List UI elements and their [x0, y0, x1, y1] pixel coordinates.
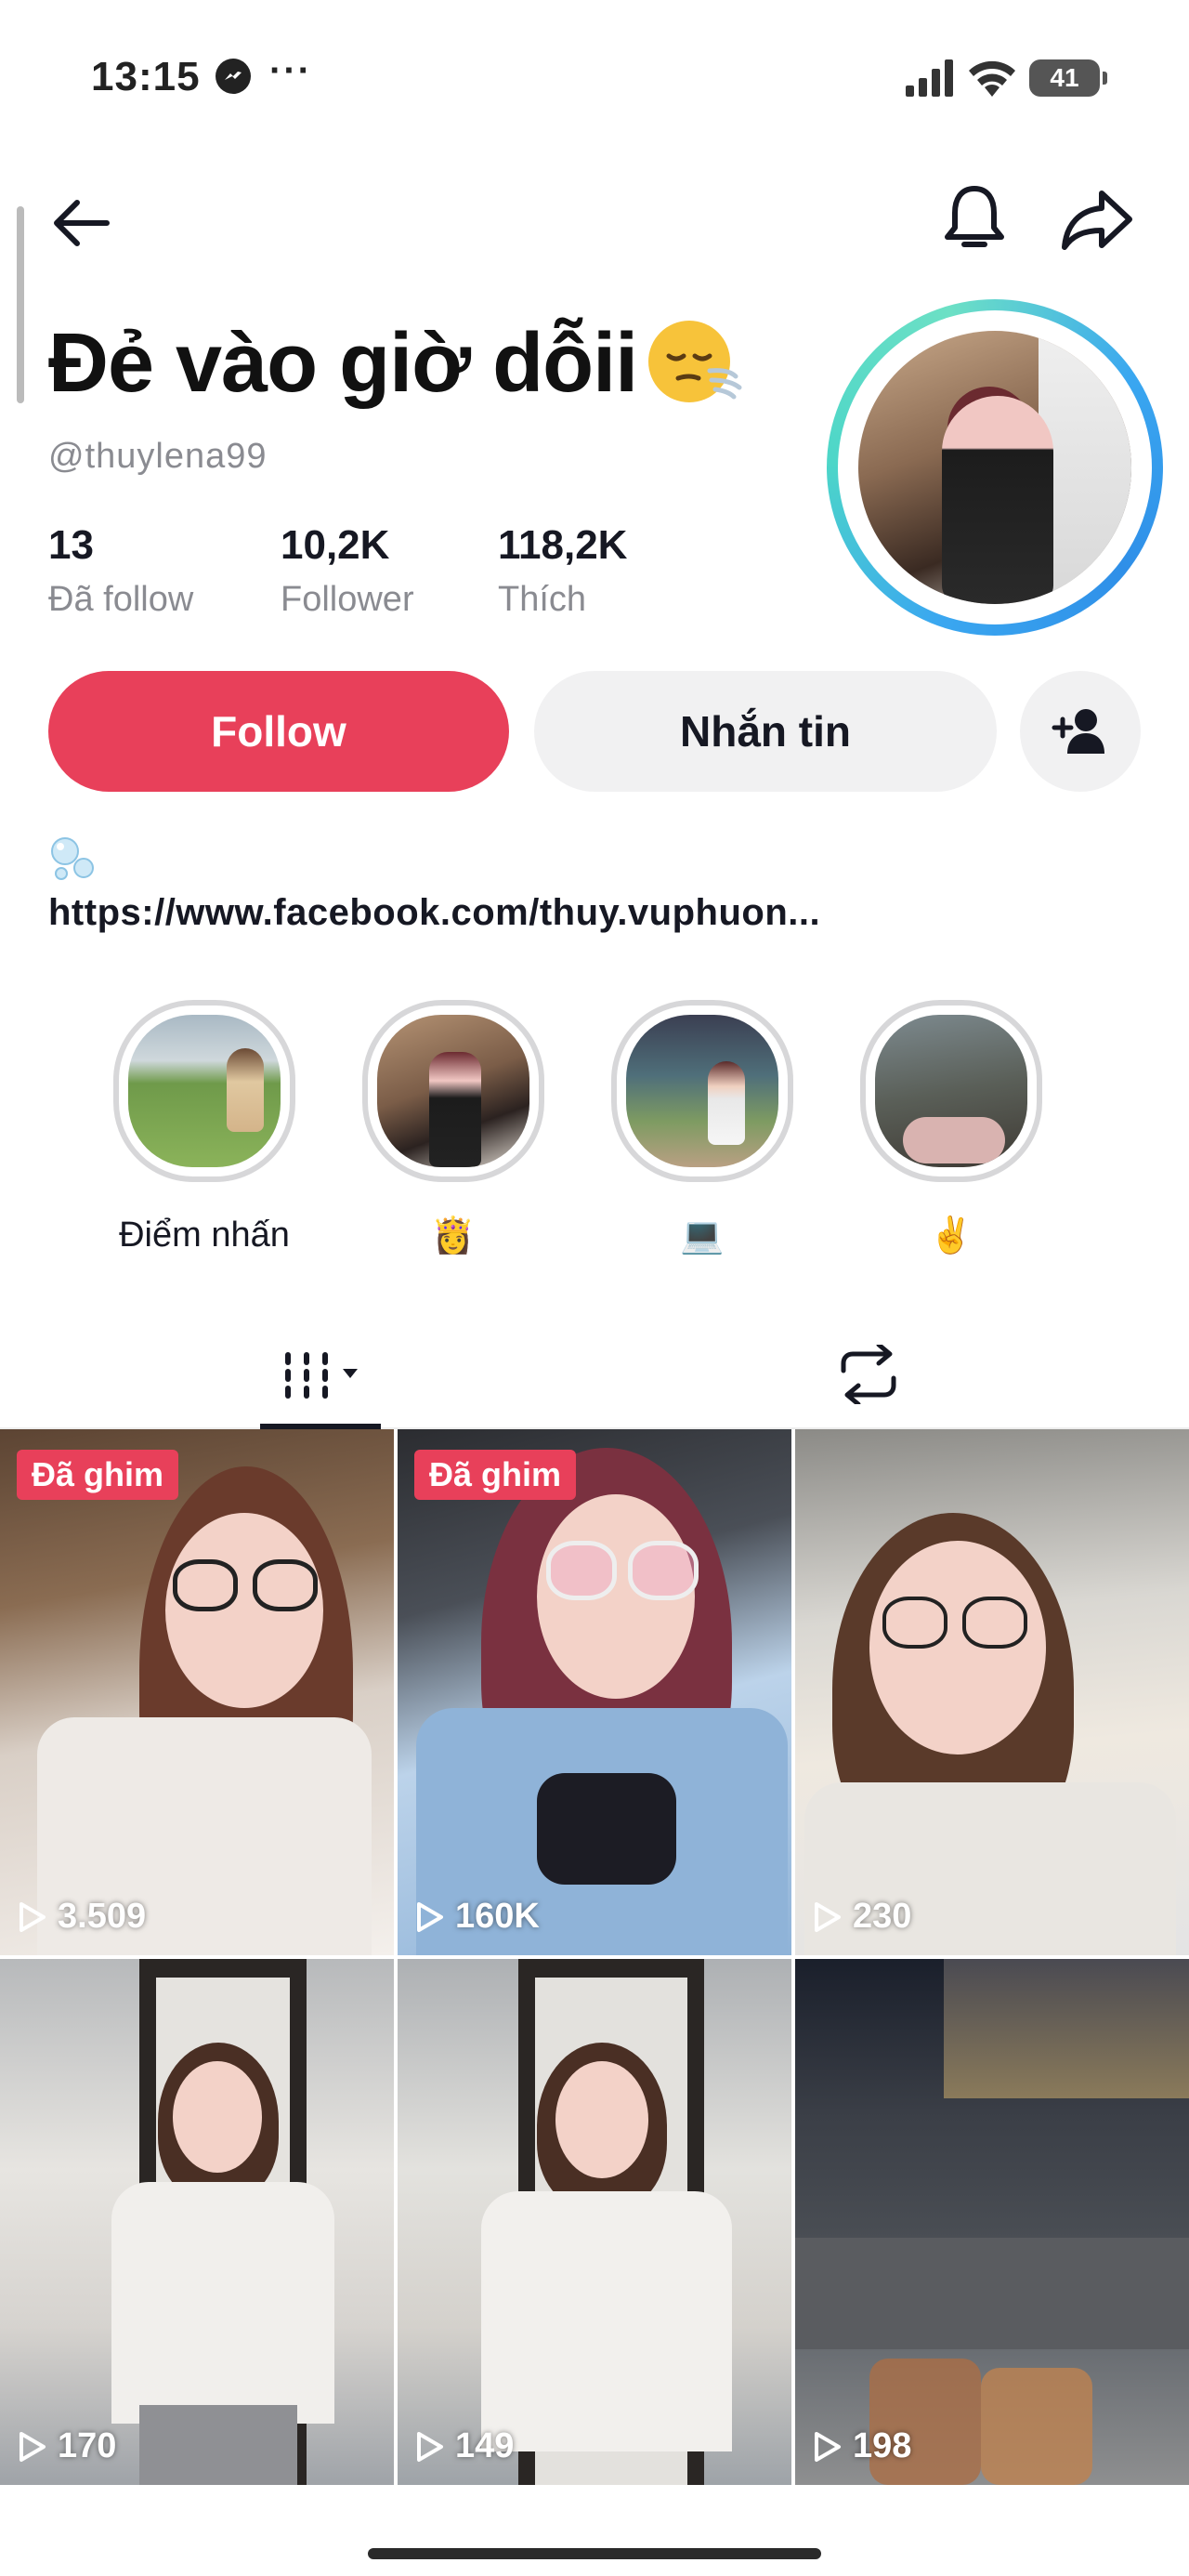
highlight-thumbnail	[626, 1015, 778, 1167]
view-count: 160K	[414, 1897, 540, 1937]
more-notifications-icon: ···	[269, 50, 312, 91]
highlight-label: 💻	[680, 1216, 725, 1255]
back-button[interactable]	[41, 182, 123, 264]
play-outline-icon	[417, 1901, 443, 1932]
highlight-thumbnail	[377, 1015, 529, 1167]
scroll-indicator	[17, 206, 24, 403]
highlight-thumbnail-frame	[113, 1000, 295, 1182]
relieved-face-emoji-icon	[648, 321, 742, 403]
home-indicator[interactable]	[368, 2548, 821, 2559]
wifi-icon	[969, 60, 1015, 97]
follow-button[interactable]: Follow	[48, 671, 509, 792]
highlight-label: ✌️	[929, 1216, 973, 1255]
highlight-thumbnail	[875, 1015, 1027, 1167]
battery-icon: 41	[1029, 59, 1107, 97]
video-thumbnail[interactable]: Đã ghim 160K	[398, 1429, 791, 1955]
view-count: 230	[812, 1897, 911, 1937]
avatar-frame	[838, 310, 1152, 624]
play-outline-icon	[20, 1901, 46, 1932]
share-arrow-icon	[1062, 191, 1132, 250]
video-thumbnail[interactable]: 170	[0, 1959, 394, 2485]
profile-username: @thuylena99	[48, 437, 268, 476]
stat-followers-count: 10,2K	[281, 522, 390, 568]
arrow-left-icon	[54, 200, 110, 246]
video-thumbnail[interactable]: 198	[795, 1959, 1189, 2485]
view-count: 170	[17, 2426, 116, 2466]
share-button[interactable]	[1055, 178, 1139, 262]
tab-reposts[interactable]	[817, 1320, 920, 1429]
highlight-thumbnail-frame	[362, 1000, 544, 1182]
signal-icon	[906, 59, 953, 97]
notification-bell-button[interactable]	[933, 177, 1016, 260]
highlight-thumbnail-frame	[611, 1000, 793, 1182]
stat-following-count: 13	[48, 522, 94, 568]
message-button[interactable]: Nhắn tin	[534, 671, 997, 792]
bell-icon	[945, 186, 1004, 247]
play-outline-icon	[815, 2431, 841, 2462]
highlight-item[interactable]: ✌️	[860, 1000, 1111, 1256]
stat-following-label: Đã follow	[48, 580, 194, 619]
highlight-item[interactable]: 💻	[611, 1000, 862, 1256]
repost-icon	[841, 1345, 896, 1404]
play-outline-icon	[417, 2431, 443, 2462]
pinned-badge: Đã ghim	[414, 1450, 577, 1500]
status-time: 13:15	[91, 54, 201, 99]
pinned-badge: Đã ghim	[17, 1450, 179, 1500]
avatar-photo	[858, 331, 1131, 604]
stat-likes[interactable]: 118,2K Thích	[498, 522, 627, 620]
grid-bars-icon	[285, 1352, 358, 1399]
tab-videos[interactable]	[260, 1320, 381, 1429]
play-outline-icon	[815, 1901, 841, 1932]
highlight-label: Điểm nhấn	[119, 1216, 290, 1255]
stat-followers-label: Follower	[281, 580, 414, 619]
stat-likes-count: 118,2K	[498, 522, 628, 568]
view-count-text: 160K	[455, 1897, 540, 1936]
content-tabs	[0, 1320, 1189, 1429]
stat-followers[interactable]: 10,2K Follower	[281, 522, 448, 620]
video-thumbnail[interactable]: Đã ghim 3.509	[0, 1429, 394, 1955]
person-plus-icon	[1052, 709, 1104, 754]
stat-likes-label: Thích	[498, 580, 587, 619]
avatar[interactable]	[827, 299, 1163, 636]
profile-stats: 13 Đã follow 10,2K Follower 118,2K Thích	[48, 522, 701, 620]
view-count-text: 149	[455, 2426, 515, 2465]
view-count: 3.509	[17, 1897, 146, 1937]
video-thumbnail[interactable]: 230	[795, 1429, 1189, 1955]
status-bar: 13:15 ··· 41	[0, 0, 1189, 158]
play-outline-icon	[20, 2431, 46, 2462]
highlight-label: 👸	[431, 1216, 476, 1255]
view-count-text: 230	[853, 1897, 912, 1936]
profile-display-name: Đẻ vào giờ dỗii	[48, 316, 745, 415]
video-thumbnail[interactable]: 149	[398, 1959, 791, 2485]
messenger-icon	[216, 59, 251, 94]
view-count: 149	[414, 2426, 514, 2466]
view-count-text: 3.509	[58, 1897, 147, 1936]
suggested-accounts-button[interactable]	[1020, 671, 1141, 792]
highlights-row: Điểm nhấn 👸 💻 ✌️	[45, 1000, 1111, 1256]
view-count-text: 170	[58, 2426, 117, 2465]
bio-link[interactable]: https://www.facebook.com/thuy.vuphuon...	[48, 892, 820, 934]
highlight-item[interactable]: Điểm nhấn	[113, 1000, 364, 1256]
bubbles-emoji-icon	[51, 837, 94, 880]
view-count: 198	[812, 2426, 911, 2466]
view-count-text: 198	[853, 2426, 912, 2465]
highlight-item[interactable]: 👸	[362, 1000, 613, 1256]
highlight-thumbnail-frame	[860, 1000, 1042, 1182]
stat-following[interactable]: 13 Đã follow	[48, 522, 206, 620]
highlight-thumbnail	[128, 1015, 281, 1167]
display-name-text: Đẻ vào giờ dỗii	[48, 317, 638, 410]
gesture-bar-area	[0, 2489, 1189, 2576]
